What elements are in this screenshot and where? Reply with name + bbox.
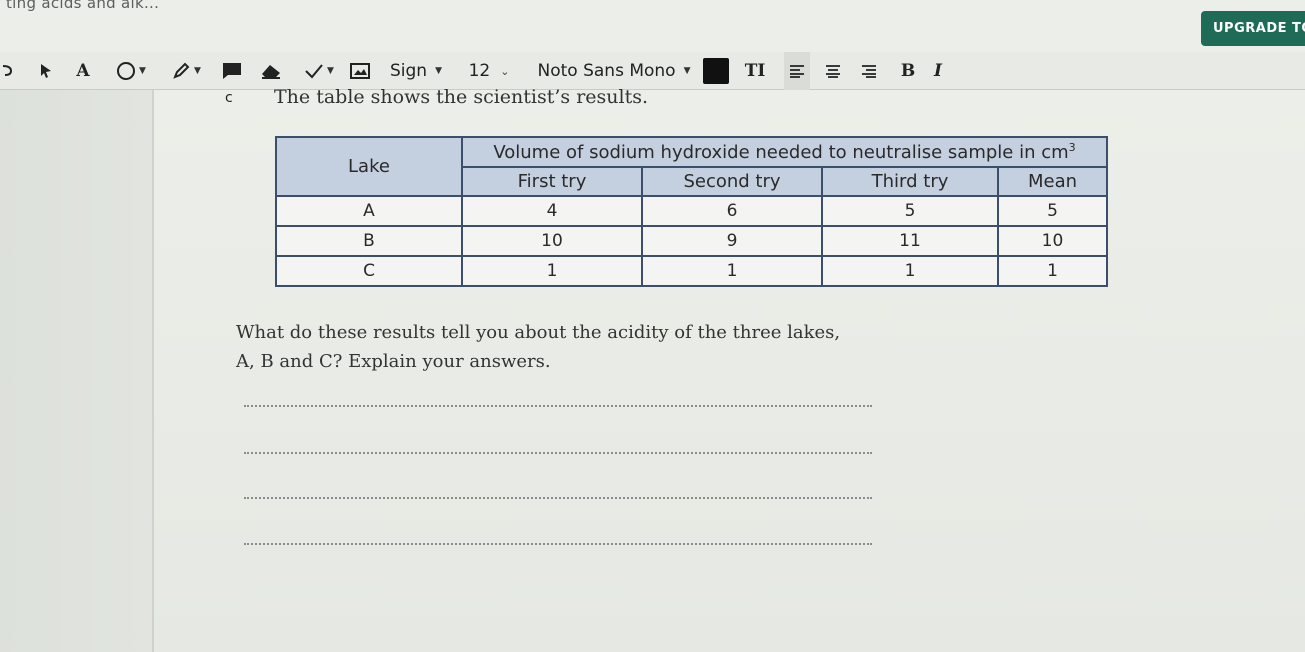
bold-button[interactable]: B	[896, 52, 920, 90]
table-row: B 10 9 11 10	[275, 225, 1108, 257]
align-left-icon[interactable]	[784, 52, 810, 90]
question-prompt-line: A, B and C? Explain your answers.	[236, 351, 551, 372]
answer-line[interactable]	[244, 405, 872, 407]
sign-label: Sign	[389, 61, 428, 81]
volume-header-text: Volume of sodium hydroxide needed to neu…	[493, 142, 1069, 164]
volume-header: Volume of sodium hydroxide needed to neu…	[461, 135, 1108, 169]
second-try-cell: 1	[641, 255, 823, 287]
answer-line[interactable]	[244, 497, 872, 499]
question-intro: The table shows the scientist’s results.	[274, 86, 649, 108]
first-try-cell: 1	[461, 255, 643, 287]
table-row: C 1 1 1 1	[275, 255, 1108, 287]
eraser-icon[interactable]	[258, 52, 284, 90]
top-bar: ting acids and alk... UPGRADE TO	[0, 0, 1305, 52]
sign-dropdown[interactable]: Sign ▼	[386, 52, 446, 90]
font-family-value: Noto Sans Mono	[537, 61, 676, 81]
text-color-button[interactable]	[702, 52, 730, 90]
shape-tool-button[interactable]: ▼	[110, 52, 152, 90]
question-part-letter: c	[225, 90, 233, 106]
italic-button[interactable]: I	[926, 52, 950, 90]
editor-toolbar: A ▼ ▼ ▼ Sign ▼ 12 ⌄ Noto Sans Mono ▼ TI	[0, 52, 1305, 90]
text-tool-button[interactable]: A	[72, 52, 94, 90]
answer-line[interactable]	[244, 543, 872, 545]
results-table: Lake Volume of sodium hydroxide needed t…	[275, 135, 1108, 287]
second-try-cell: 9	[641, 225, 823, 257]
align-center-icon[interactable]	[820, 52, 846, 90]
circle-icon	[117, 62, 136, 80]
third-try-header: Third try	[821, 166, 999, 197]
first-try-cell: 4	[461, 195, 643, 227]
pointer-icon[interactable]	[36, 52, 56, 90]
checkmark-icon	[305, 64, 323, 79]
third-try-cell: 5	[821, 195, 999, 227]
undo-icon[interactable]	[0, 52, 14, 90]
upgrade-button[interactable]: UPGRADE TO	[1201, 11, 1305, 46]
comment-icon[interactable]	[220, 52, 244, 90]
chevron-down-icon: ▼	[683, 66, 691, 76]
align-right-icon[interactable]	[856, 52, 882, 90]
question-prompt-line: What do these results tell you about the…	[236, 322, 841, 343]
third-try-cell: 11	[821, 225, 999, 257]
mean-cell: 1	[997, 255, 1108, 287]
table-header-row: Lake Volume of sodium hydroxide needed t…	[275, 135, 1108, 197]
mean-cell: 10	[997, 225, 1108, 257]
mean-header: Mean	[997, 166, 1108, 197]
chevron-down-icon: ▼	[194, 66, 201, 76]
pen-icon	[173, 62, 190, 79]
text-size-button[interactable]: TI	[740, 52, 770, 90]
font-family-dropdown[interactable]: Noto Sans Mono ▼	[533, 52, 695, 90]
chevron-down-icon: ⌄	[500, 64, 510, 78]
draw-tool-button[interactable]: ▼	[165, 52, 207, 90]
image-icon[interactable]	[348, 52, 372, 90]
first-try-cell: 10	[461, 225, 643, 257]
lake-header: Lake	[275, 136, 463, 197]
second-try-cell: 6	[641, 195, 823, 227]
second-try-header: Second try	[641, 166, 823, 197]
table-row: A 4 6 5 5	[275, 195, 1108, 227]
answer-line[interactable]	[244, 452, 872, 454]
chevron-down-icon: ▼	[327, 66, 334, 76]
mean-cell: 5	[997, 195, 1108, 227]
question-prompt: What do these results tell you about the…	[236, 318, 876, 376]
chevron-down-icon: ▼	[435, 66, 442, 76]
lake-cell: B	[275, 225, 463, 257]
checkmark-tool-button[interactable]: ▼	[298, 52, 340, 90]
first-try-header: First try	[461, 166, 643, 197]
font-size-select[interactable]: 12 ⌄	[464, 52, 514, 90]
chevron-down-icon: ▼	[139, 66, 146, 76]
color-swatch	[703, 58, 729, 84]
lake-cell: C	[275, 255, 463, 287]
document-title: ting acids and alk...	[6, 0, 160, 12]
lake-cell: A	[275, 195, 463, 227]
volume-unit-superscript: 3	[1068, 141, 1076, 155]
left-margin	[0, 90, 152, 652]
font-size-value: 12	[468, 61, 491, 81]
third-try-cell: 1	[821, 255, 999, 287]
